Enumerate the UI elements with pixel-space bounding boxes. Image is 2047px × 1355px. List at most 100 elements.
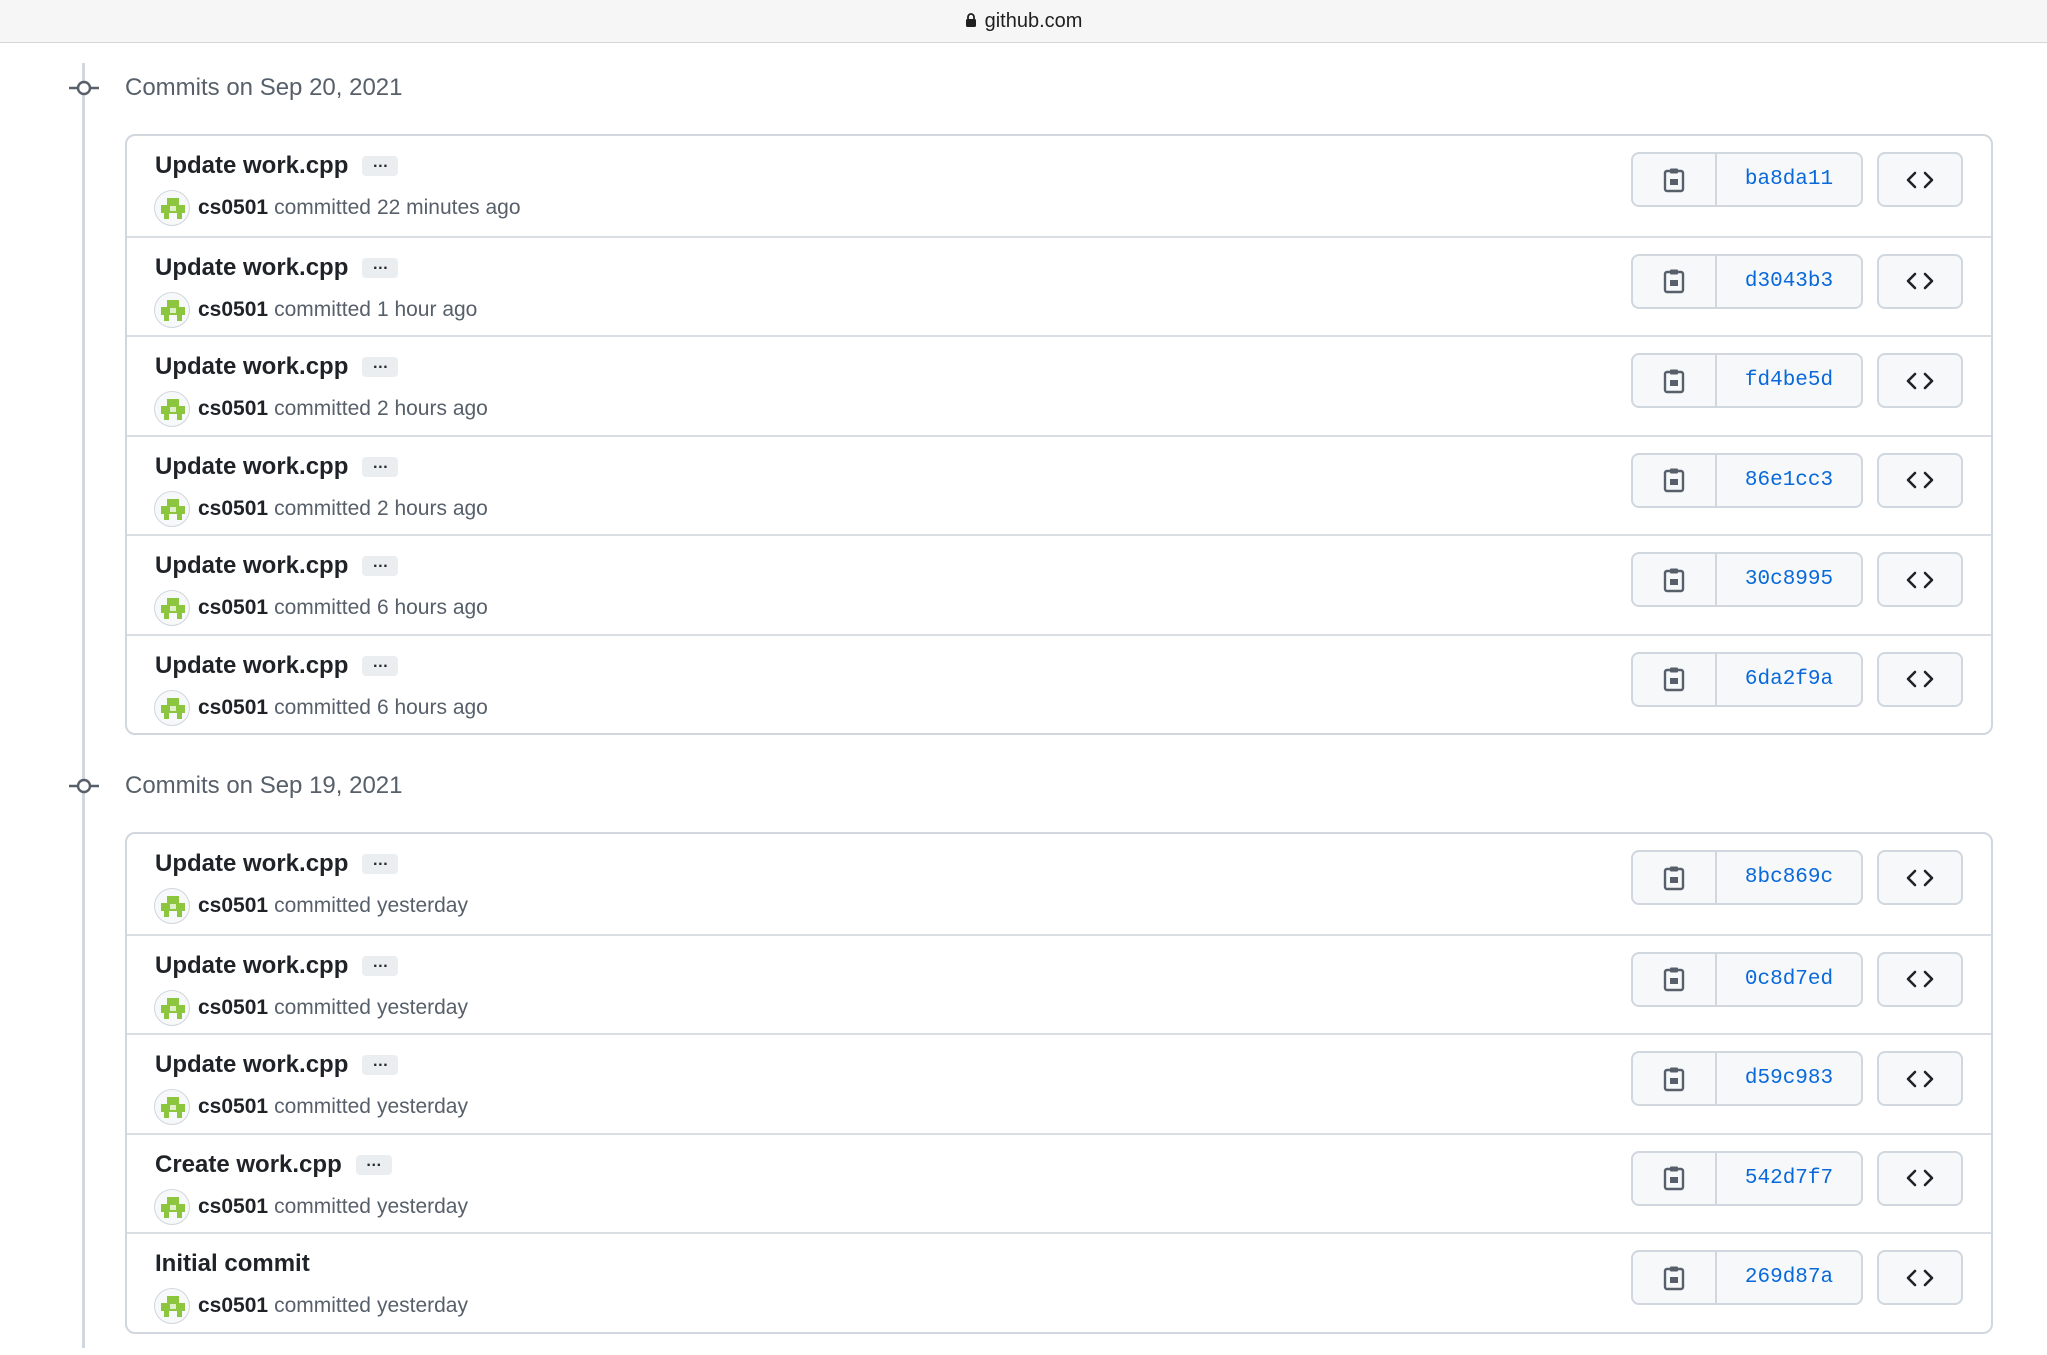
- avatar[interactable]: [154, 1188, 190, 1225]
- commit-sha-link[interactable]: ba8da11: [1717, 154, 1861, 205]
- commit-time: yesterday: [376, 1294, 468, 1317]
- commit-message-link[interactable]: Update work.cpp: [155, 552, 348, 580]
- identicon-icon: [161, 299, 185, 321]
- commit-sha-link[interactable]: fd4be5d: [1717, 355, 1861, 406]
- commit-author-link[interactable]: cs0501: [198, 497, 268, 521]
- commit-author-link[interactable]: cs0501: [198, 596, 268, 620]
- commit-message-link[interactable]: Update work.cpp: [155, 1051, 348, 1079]
- browse-repo-at-commit-button[interactable]: [1877, 651, 1963, 707]
- browse-repo-at-commit-button[interactable]: [1877, 253, 1963, 309]
- commit-message-link[interactable]: Update work.cpp: [155, 152, 348, 180]
- commit-sha-link[interactable]: 542d7f7: [1717, 1153, 1861, 1204]
- commit-row: Update work.cpp … cs0501 committed 6 hours a…: [127, 534, 1991, 634]
- browse-repo-at-commit-button[interactable]: [1877, 1051, 1963, 1106]
- commit-sha-group: d59c983: [1631, 1051, 1863, 1106]
- commit-message-link[interactable]: Update work.cpp: [155, 353, 348, 381]
- commit-sha-link[interactable]: 8bc869c: [1717, 852, 1861, 903]
- identicon-icon: [161, 498, 185, 520]
- browse-repo-at-commit-button[interactable]: [1877, 1250, 1963, 1305]
- copy-sha-button[interactable]: [1633, 255, 1717, 307]
- commit-sha-group: 8bc869c: [1631, 850, 1863, 905]
- avatar[interactable]: [154, 1288, 190, 1324]
- commit-sha-link[interactable]: d3043b3: [1717, 256, 1861, 307]
- expand-message-button[interactable]: …: [362, 155, 399, 176]
- expand-message-button[interactable]: …: [362, 356, 399, 377]
- commit-meta: cs0501 committed 6 hours ago: [154, 589, 488, 627]
- lock-icon: [965, 13, 976, 27]
- commit-author-link[interactable]: cs0501: [198, 1294, 268, 1318]
- commit-message: Update work.cpp …: [155, 652, 399, 680]
- commit-message-link[interactable]: Update work.cpp: [155, 952, 348, 980]
- commit-message-link[interactable]: Update work.cpp: [155, 453, 348, 481]
- copy-sha-button[interactable]: [1633, 154, 1717, 205]
- commit-group-header: Commits on Sep 20, 2021: [0, 68, 700, 108]
- identicon-icon: [161, 697, 185, 719]
- commit-author-link[interactable]: cs0501: [198, 894, 268, 918]
- browser-url-bar[interactable]: github.com: [0, 0, 2047, 43]
- commit-message: Update work.cpp …: [155, 850, 399, 878]
- expand-message-button[interactable]: …: [362, 853, 399, 874]
- browse-repo-at-commit-button[interactable]: [1877, 452, 1963, 508]
- commit-sha-group: 86e1cc3: [1631, 452, 1863, 508]
- commit-sha-link[interactable]: 86e1cc3: [1717, 455, 1861, 506]
- browse-repo-at-commit-button[interactable]: [1877, 951, 1963, 1007]
- commit-action: committed: [274, 496, 371, 520]
- commit-message-link[interactable]: Create work.cpp: [155, 1151, 342, 1179]
- commit-sha-link[interactable]: 6da2f9a: [1717, 654, 1861, 705]
- copy-sha-button[interactable]: [1633, 554, 1717, 605]
- commit-sha-link[interactable]: 269d87a: [1717, 1252, 1861, 1303]
- commit-author-link[interactable]: cs0501: [198, 696, 268, 720]
- commit-action: committed: [274, 894, 371, 917]
- expand-message-button[interactable]: …: [355, 1153, 392, 1175]
- clipboard-icon: [1663, 1166, 1685, 1191]
- copy-sha-button[interactable]: [1633, 852, 1717, 903]
- copy-sha-button[interactable]: [1633, 1053, 1717, 1104]
- copy-sha-button[interactable]: [1633, 653, 1717, 705]
- avatar[interactable]: [154, 291, 190, 328]
- commit-sha-link[interactable]: 30c8995: [1717, 554, 1861, 605]
- code-icon: [1906, 571, 1934, 588]
- expand-message-button[interactable]: …: [362, 555, 399, 576]
- expand-message-button[interactable]: …: [362, 954, 399, 976]
- avatar[interactable]: [154, 391, 190, 427]
- code-icon: [1906, 372, 1934, 389]
- expand-message-button[interactable]: …: [362, 256, 399, 278]
- git-commit-icon: [69, 80, 99, 96]
- commit-message-link[interactable]: Update work.cpp: [155, 850, 348, 878]
- commit-message-link[interactable]: Update work.cpp: [155, 254, 348, 282]
- identicon-icon: [161, 598, 185, 619]
- copy-sha-button[interactable]: [1633, 454, 1717, 506]
- copy-sha-button[interactable]: [1633, 1152, 1717, 1204]
- commit-message-link[interactable]: Update work.cpp: [155, 652, 348, 680]
- commit-row: Update work.cpp … cs0501 committed 22 minute…: [127, 136, 1991, 236]
- avatar[interactable]: [154, 590, 190, 626]
- commit-time: yesterday: [376, 894, 468, 917]
- avatar[interactable]: [154, 989, 190, 1026]
- avatar[interactable]: [154, 190, 190, 226]
- browse-repo-at-commit-button[interactable]: [1877, 152, 1963, 207]
- browse-repo-at-commit-button[interactable]: [1877, 1150, 1963, 1206]
- avatar[interactable]: [154, 888, 190, 924]
- clipboard-icon: [1663, 866, 1685, 890]
- commit-author-link[interactable]: cs0501: [198, 397, 268, 421]
- avatar[interactable]: [154, 1089, 190, 1125]
- expand-message-button[interactable]: …: [362, 455, 399, 477]
- avatar[interactable]: [154, 490, 190, 527]
- commit-author-link[interactable]: cs0501: [198, 1195, 268, 1219]
- browse-repo-at-commit-button[interactable]: [1877, 850, 1963, 905]
- expand-message-button[interactable]: …: [362, 654, 399, 676]
- commit-sha-link[interactable]: d59c983: [1717, 1053, 1861, 1104]
- commit-author-link[interactable]: cs0501: [198, 996, 268, 1020]
- commit-author-link[interactable]: cs0501: [198, 298, 268, 322]
- copy-sha-button[interactable]: [1633, 355, 1717, 406]
- commit-sha-link[interactable]: 0c8d7ed: [1717, 954, 1861, 1005]
- copy-sha-button[interactable]: [1633, 953, 1717, 1005]
- browse-repo-at-commit-button[interactable]: [1877, 552, 1963, 607]
- expand-message-button[interactable]: …: [362, 1054, 399, 1075]
- commit-message-link[interactable]: Initial commit: [155, 1250, 310, 1278]
- copy-sha-button[interactable]: [1633, 1252, 1717, 1303]
- commit-author-link[interactable]: cs0501: [198, 1095, 268, 1119]
- commit-author-link[interactable]: cs0501: [198, 196, 268, 220]
- avatar[interactable]: [154, 689, 190, 726]
- browse-repo-at-commit-button[interactable]: [1877, 353, 1963, 408]
